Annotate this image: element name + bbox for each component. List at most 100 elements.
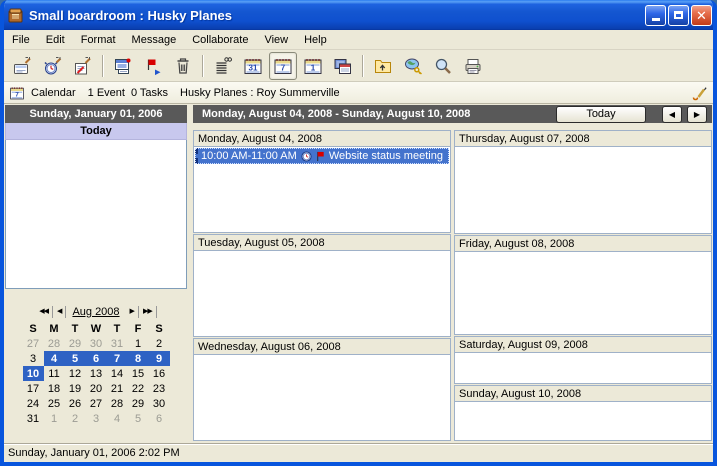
day-cell[interactable]: 10:00 AM-11:00 AM Web [193,147,451,233]
menu-collaborate[interactable]: Collaborate [184,32,256,48]
mini-calendar-day[interactable]: 14 [107,366,128,381]
month-view-button[interactable]: 31 [239,52,267,80]
mini-calendar-day[interactable]: 12 [65,366,86,381]
mini-calendar-day[interactable]: 11 [44,366,65,381]
app-icon [7,6,25,24]
menu-edit[interactable]: Edit [38,32,73,48]
sidebar-today-label[interactable]: Today [5,123,187,140]
mini-calendar-day[interactable]: 4 [107,411,128,426]
new-event-button[interactable] [9,52,37,80]
maximize-icon[interactable] [668,5,689,26]
mini-calendar-day[interactable]: 17 [23,381,44,396]
delete-button[interactable] [169,52,197,80]
new-alarm-button[interactable] [39,52,67,80]
mini-calendar-day[interactable]: 5 [65,351,86,366]
prev-month-icon[interactable]: ◀ [53,306,66,318]
mini-calendar-week: 10 11 12 13 14 15 16 [23,366,170,381]
mini-calendar-day[interactable]: 27 [86,396,107,411]
printer-icon [463,56,483,76]
parent-folder-button[interactable] [369,52,397,80]
mini-calendar-day[interactable]: 28 [44,336,65,351]
menu-bar: File Edit Format Message Collaborate Vie… [4,30,713,50]
mini-calendar-day[interactable]: 28 [107,396,128,411]
mini-calendar-day[interactable]: 13 [86,366,107,381]
next-year-icon[interactable]: ▶▶ [139,306,157,318]
mini-calendar-day[interactable]: 31 [107,336,128,351]
mini-calendar-day[interactable]: 27 [23,336,44,351]
multiweek-view-button[interactable] [329,52,357,80]
mini-calendar-day[interactable]: 4 [44,351,65,366]
alarm-clock-icon [301,151,312,162]
flag-button[interactable] [139,52,167,80]
mini-calendar-day[interactable]: 2 [149,336,170,351]
mini-calendar-day[interactable]: 18 [44,381,65,396]
next-week-icon[interactable]: ▶ [687,106,707,123]
mini-calendar-day[interactable]: 5 [128,411,149,426]
mini-calendar-day[interactable]: 3 [23,351,44,366]
mini-calendar-day[interactable]: 10 [23,366,44,381]
day-cell[interactable] [193,251,451,337]
mini-calendar-day[interactable]: 19 [65,381,86,396]
mini-calendar-day[interactable]: 3 [86,411,107,426]
mini-calendar-day[interactable]: 29 [128,396,149,411]
day-cell[interactable] [454,402,712,441]
mini-calendar-day[interactable]: 6 [149,411,170,426]
mini-calendar-day[interactable]: 15 [128,366,149,381]
mini-calendar-day[interactable]: 22 [128,381,149,396]
mini-calendar-day[interactable]: 1 [128,336,149,351]
previous-week-icon[interactable]: ◀ [662,106,682,123]
week-view-button[interactable]: 7 [269,52,297,80]
folder-up-icon [373,56,393,76]
mini-calendar-day[interactable]: 6 [86,351,107,366]
directory-button[interactable] [399,52,427,80]
mini-calendar-day[interactable]: 20 [86,381,107,396]
mini-calendar-day[interactable]: 7 [107,351,128,366]
event-title: Website status meeting [329,150,443,162]
mini-calendar-day[interactable]: 23 [149,381,170,396]
events-count: 1 Event [88,87,125,99]
day-slot-friday: Friday, August 08, 2008 [454,235,712,335]
event-item[interactable]: 10:00 AM-11:00 AM Web [195,148,449,164]
mini-calendar-month-label[interactable]: Aug 2008 [66,306,125,318]
mini-calendar-day[interactable]: 21 [107,381,128,396]
mini-calendar-day[interactable]: 31 [23,411,44,426]
mini-calendar: ◀◀ ◀ Aug 2008 ▶ ▶▶ S M T W T F S [5,306,187,426]
close-icon[interactable]: ✕ [691,5,712,26]
mini-calendar-day[interactable]: 16 [149,366,170,381]
new-task-button[interactable] [69,52,97,80]
trash-icon [173,56,193,76]
title-bar[interactable]: Small boardroom : Husky Planes ✕ [0,0,717,30]
mini-calendar-day[interactable]: 29 [65,336,86,351]
mini-calendar-day[interactable]: 2 [65,411,86,426]
day-cell[interactable] [193,355,451,441]
mini-calendar-day[interactable]: 8 [128,351,149,366]
next-month-icon[interactable]: ▶ [126,306,139,318]
day-cell[interactable] [454,252,712,335]
menu-help[interactable]: Help [296,32,335,48]
pencil-icon[interactable] [691,85,707,101]
menu-file[interactable]: File [4,32,38,48]
mini-calendar-day[interactable]: 25 [44,396,65,411]
day-detail-pane[interactable] [5,140,187,289]
print-button[interactable] [459,52,487,80]
minimize-icon[interactable] [645,5,666,26]
mini-calendar-day[interactable]: 9 [149,351,170,366]
find-button[interactable] [429,52,457,80]
mini-calendar-day[interactable]: 30 [149,396,170,411]
meeting-request-button[interactable] [109,52,137,80]
mini-calendar-week: 24 25 26 27 28 29 30 [23,396,170,411]
menu-format[interactable]: Format [73,32,124,48]
day-slot-monday: Monday, August 04, 2008 10:00 AM-11:00 A… [193,130,451,233]
menu-message[interactable]: Message [124,32,185,48]
day-cell[interactable] [454,353,712,384]
mini-calendar-day[interactable]: 24 [23,396,44,411]
mini-calendar-day[interactable]: 1 [44,411,65,426]
today-button[interactable]: Today [556,106,646,123]
day-cell[interactable] [454,147,712,234]
menu-view[interactable]: View [256,32,296,48]
mini-calendar-day[interactable]: 26 [65,396,86,411]
mini-calendar-day[interactable]: 30 [86,336,107,351]
day-view-button[interactable]: 1 [299,52,327,80]
prev-year-icon[interactable]: ◀◀ [35,306,53,318]
agenda-view-button[interactable] [209,52,237,80]
